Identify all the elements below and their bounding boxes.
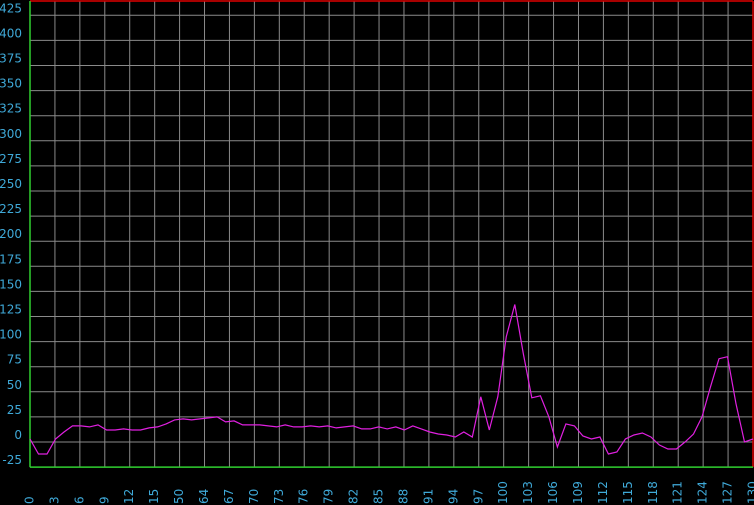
x-tick-label: 82 xyxy=(347,489,361,504)
y-tick-label: 125 xyxy=(0,303,22,317)
x-tick-label: 9 xyxy=(97,496,111,504)
x-tick-label: 3 xyxy=(47,496,61,504)
x-tick-label: 50 xyxy=(172,489,186,504)
y-tick-label: -25 xyxy=(2,453,22,467)
y-tick-label: 350 xyxy=(0,77,22,91)
x-tick-label: 97 xyxy=(471,489,485,504)
x-tick-label: 6 xyxy=(72,496,86,504)
y-tick-label: 200 xyxy=(0,227,22,241)
x-tick-label: 100 xyxy=(496,481,510,504)
x-tick-label: 130 xyxy=(746,481,754,504)
x-tick-label: 106 xyxy=(546,481,560,504)
x-tick-label: 12 xyxy=(122,489,136,504)
x-tick-label: 64 xyxy=(197,489,211,504)
x-tick-label: 73 xyxy=(272,489,286,504)
x-tick-label: 103 xyxy=(521,481,535,504)
y-tick-label: 25 xyxy=(7,403,22,417)
y-tick-label: 150 xyxy=(0,277,22,291)
x-tick-label: 85 xyxy=(372,489,386,504)
x-tick-label: 127 xyxy=(721,481,735,504)
x-tick-label: 112 xyxy=(596,481,610,504)
y-tick-label: 0 xyxy=(14,428,22,442)
x-tick-label: 88 xyxy=(396,489,410,504)
x-tick-label: 118 xyxy=(646,481,660,504)
y-tick-label: 225 xyxy=(0,202,22,216)
x-tick-label: 76 xyxy=(297,489,311,504)
x-tick-label: 115 xyxy=(621,481,635,504)
plot-background xyxy=(0,0,754,505)
y-tick-label: 175 xyxy=(0,252,22,266)
y-tick-label: 400 xyxy=(0,26,22,40)
y-tick-label: 100 xyxy=(0,328,22,342)
y-tick-label: 250 xyxy=(0,177,22,191)
y-tick-label: 50 xyxy=(7,378,22,392)
y-tick-label: 75 xyxy=(7,353,22,367)
y-tick-label: 425 xyxy=(0,1,22,15)
x-tick-label: 121 xyxy=(671,481,685,504)
y-tick-label: 300 xyxy=(0,127,22,141)
x-tick-label: 109 xyxy=(571,481,585,504)
y-tick-label: 325 xyxy=(0,102,22,116)
x-tick-label: 0 xyxy=(23,496,37,504)
line-chart: -250255075100125150175200225250275300325… xyxy=(0,0,754,505)
x-tick-label: 67 xyxy=(222,489,236,504)
x-tick-label: 94 xyxy=(446,489,460,504)
x-tick-label: 79 xyxy=(322,489,336,504)
y-tick-label: 375 xyxy=(0,52,22,66)
x-tick-label: 15 xyxy=(147,489,161,504)
y-tick-label: 275 xyxy=(0,152,22,166)
x-tick-label: 124 xyxy=(696,481,710,504)
x-tick-label: 91 xyxy=(421,489,435,504)
x-tick-label: 70 xyxy=(247,489,261,504)
